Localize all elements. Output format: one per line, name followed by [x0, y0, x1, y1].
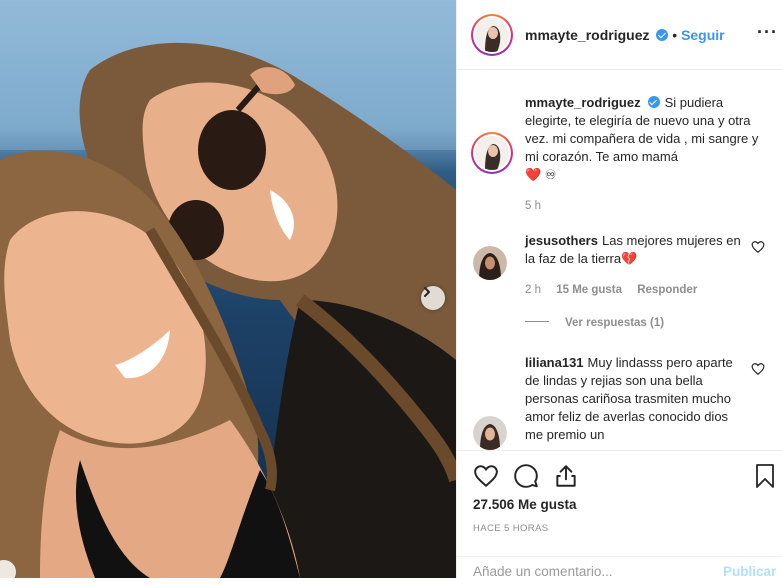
comment-time[interactable]: 2 h — [525, 284, 541, 296]
caption-text: mmayte_rodriguez Si pudiera elegirte, te … — [525, 94, 761, 184]
author-avatar[interactable] — [471, 14, 513, 56]
comment-emoji: 💔 — [621, 251, 638, 266]
caption-meta: 5 h — [525, 200, 553, 212]
comment-input[interactable] — [471, 563, 705, 580]
post-actions: 27.506 Me gusta HACE 5 HORAS — [457, 450, 782, 550]
replies-line — [525, 321, 549, 322]
share-icon[interactable] — [553, 463, 579, 489]
chevron-right-icon — [424, 287, 430, 297]
comment-username[interactable]: jesusothers — [525, 233, 598, 248]
comment-text: jesusothers Las mejores mujeres en la faz… — [525, 232, 745, 268]
publish-button[interactable]: Publicar — [723, 564, 776, 579]
add-comment-bar: Publicar — [457, 556, 782, 586]
like-heart-icon[interactable] — [473, 463, 499, 489]
more-options-icon[interactable]: ··· — [757, 22, 778, 43]
comment-username[interactable]: liliana131 — [525, 355, 584, 370]
post-photo[interactable] — [0, 0, 456, 578]
caption-username[interactable]: mmayte_rodriguez — [525, 95, 641, 110]
verified-badge-icon — [647, 96, 660, 108]
likes-count[interactable]: 27.506 Me gusta — [473, 497, 577, 512]
caption-time[interactable]: 5 h — [525, 200, 541, 212]
photo-illustration — [0, 0, 456, 578]
follow-button[interactable]: Seguir — [681, 27, 725, 43]
separator-dot: • — [672, 27, 682, 43]
view-replies-button[interactable]: Ver respuestas (1) — [525, 317, 664, 329]
comment-text: liliana131 Muy lindasss pero aparte de li… — [525, 354, 745, 444]
caption-emoji: ❤️ ♾ — [525, 167, 557, 182]
header-user-line: mmayte_rodriguez • Seguir — [525, 27, 725, 43]
caption-avatar[interactable] — [471, 132, 513, 174]
commenter-portrait-icon — [473, 246, 507, 280]
comment-likes[interactable]: 15 Me gusta — [556, 284, 622, 296]
next-photo-button[interactable] — [421, 286, 445, 310]
commenter-portrait-icon — [473, 416, 507, 450]
author-portrait-icon — [475, 136, 509, 170]
view-replies-label: Ver respuestas (1) — [565, 317, 665, 329]
like-comment-icon[interactable] — [751, 240, 765, 254]
header-username[interactable]: mmayte_rodriguez — [525, 27, 649, 43]
post-sidebar: mmayte_rodriguez • Seguir ··· mmayte_rod… — [456, 0, 782, 580]
comments-section[interactable]: mmayte_rodriguez Si pudiera elegirte, te … — [457, 70, 782, 450]
reply-button[interactable]: Responder — [637, 284, 697, 296]
comment-bubble-icon[interactable] — [513, 463, 539, 489]
post-timestamp[interactable]: HACE 5 HORAS — [473, 523, 549, 534]
post-header: mmayte_rodriguez • Seguir ··· — [457, 0, 782, 70]
comment-meta: 2 h 15 Me gusta Responder — [525, 284, 709, 296]
save-bookmark-icon[interactable] — [753, 463, 777, 489]
commenter-avatar[interactable] — [473, 416, 507, 450]
instagram-post: mmayte_rodriguez • Seguir ··· mmayte_rod… — [0, 0, 782, 580]
author-portrait-icon — [475, 18, 509, 52]
like-comment-icon[interactable] — [751, 362, 765, 376]
commenter-avatar[interactable] — [473, 246, 507, 280]
verified-badge-icon — [656, 29, 669, 41]
